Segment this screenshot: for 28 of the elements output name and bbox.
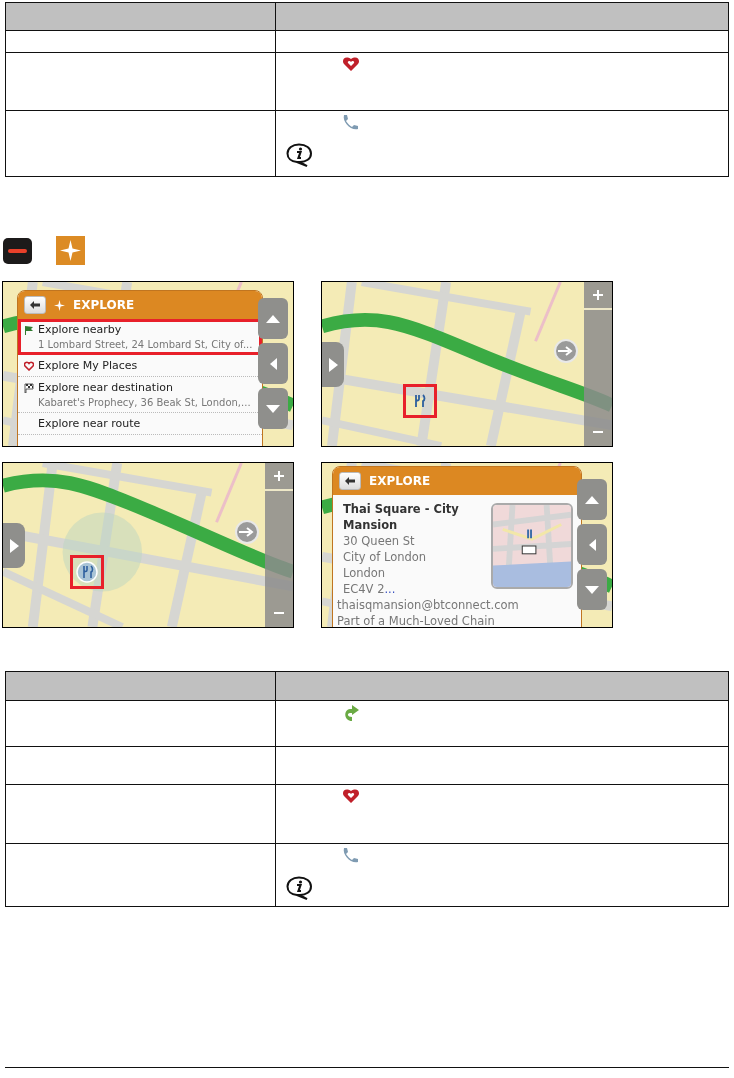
scroll-up-button[interactable] — [258, 298, 288, 339]
phone-icon — [342, 847, 359, 864]
checkered-flag-icon — [24, 382, 34, 393]
triangle-right-icon — [328, 357, 338, 372]
triangle-down-icon — [266, 402, 280, 415]
heart-icon — [24, 360, 34, 371]
triangle-right-icon — [9, 538, 19, 553]
arrow-right-icon — [239, 527, 255, 537]
flag-icon — [24, 324, 34, 335]
minus-icon — [3, 238, 32, 264]
heart-icon — [342, 56, 360, 72]
phone-icon — [342, 114, 359, 131]
panel-title: EXPLORE — [73, 298, 135, 312]
plus-icon — [274, 471, 284, 481]
item-detail: Kabaret's Prophecy, 36 Beak St, London,... — [38, 397, 252, 408]
expand-tab[interactable] — [3, 523, 25, 568]
info-icon — [286, 143, 313, 167]
item-detail: 1 Lombard Street, 24 Lombard St, City of... — [38, 339, 254, 350]
back-button[interactable] — [24, 296, 46, 314]
info-icon — [286, 876, 313, 900]
expand-tab[interactable] — [322, 342, 344, 387]
heart-icon — [342, 788, 360, 804]
curved-arrow-icon — [342, 704, 360, 723]
plus-icon — [593, 290, 603, 300]
scroll-down-button[interactable] — [258, 388, 288, 429]
back-arrow-icon — [30, 301, 40, 309]
menu-item[interactable]: Explore nearby 1 Lombard Street, 24 Lombard St, City of... — [18, 319, 262, 355]
arrow-right-icon — [558, 346, 574, 356]
